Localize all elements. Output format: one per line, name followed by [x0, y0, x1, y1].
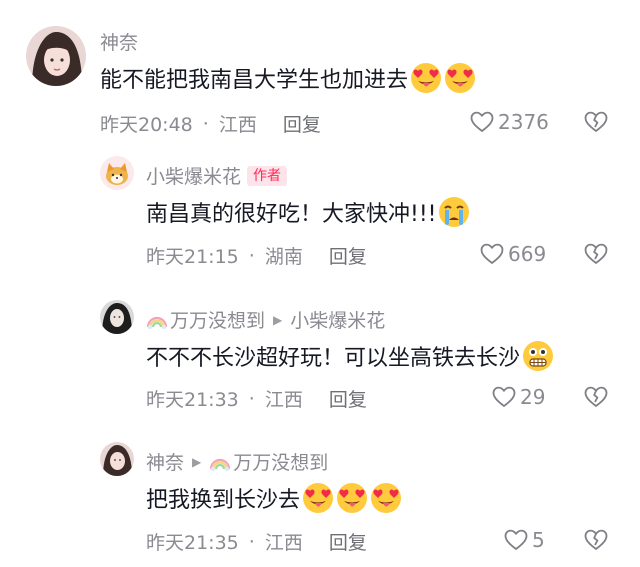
comment-body: 南昌真的很好吃！大家快冲!!! [146, 202, 437, 227]
avatar[interactable] [100, 156, 134, 190]
comment-time: 昨天21:35 [146, 532, 239, 554]
reply-to-arrow-icon: ▶ [273, 312, 283, 327]
heart-eyes-tongue-emoji [336, 482, 368, 514]
comment-meta: 昨天21:35 · 江西 回复 [146, 528, 367, 555]
comment-header: 小柴爆米花 作者 [146, 162, 288, 189]
heart-eyes-tongue-emoji [370, 482, 402, 514]
username[interactable]: 神奈 [146, 448, 184, 475]
comment-meta: 昨天21:33 · 江西 回复 [146, 385, 367, 412]
comment-body: 不不不长沙超好玩！可以坐高铁去长沙 [146, 346, 521, 371]
comment-location: 江西 [264, 532, 303, 554]
username[interactable]: 小柴爆米花 [146, 162, 241, 189]
reply-item: 神奈 ▶ 万万没想到 把我换到长沙去 昨天21:35 · 江西 回复 5 [0, 432, 640, 567]
reply-button[interactable]: 回复 [283, 110, 321, 137]
comment-text: 南昌真的很好吃！大家快冲!!! [146, 196, 470, 228]
comment-time: 昨天21:15 [146, 246, 239, 268]
heart-icon [480, 243, 504, 265]
like-count: 2376 [498, 110, 549, 134]
meta-separator: · [248, 387, 255, 410]
comment-meta: 昨天21:15 · 湖南 回复 [146, 242, 367, 269]
like-button[interactable]: 2376 [470, 110, 549, 134]
comment-body: 能不能把我南昌大学生也加进去 [100, 68, 409, 93]
rainbow-icon [209, 453, 231, 471]
avatar[interactable] [100, 442, 134, 476]
broken-heart-icon[interactable] [584, 528, 608, 552]
crying-emoji [438, 196, 470, 228]
reply-item: 万万没想到 ▶ 小柴爆米花 不不不长沙超好玩！可以坐高铁去长沙 昨天21:33 … [0, 290, 640, 430]
comment-item: 神奈 能不能把我南昌大学生也加进去 昨天20:48 · 江西 回复 2376 [0, 0, 640, 150]
username[interactable]: 神奈 [100, 28, 138, 55]
like-button[interactable]: 5 [504, 528, 545, 552]
avatar[interactable] [100, 300, 134, 334]
heart-eyes-tongue-emoji [444, 62, 476, 94]
broken-heart-icon[interactable] [584, 385, 608, 409]
grinning-teeth-emoji [522, 340, 554, 372]
reply-item: 小柴爆米花 作者 南昌真的很好吃！大家快冲!!! 昨天21:15 · 湖南 回复… [0, 150, 640, 278]
comment-header: 神奈 ▶ 万万没想到 [146, 448, 328, 475]
comment-header: 万万没想到 ▶ 小柴爆米花 [146, 306, 385, 333]
reply-button[interactable]: 回复 [329, 242, 367, 269]
reply-to-username[interactable]: 万万没想到 [233, 448, 328, 475]
like-button[interactable]: 29 [492, 385, 545, 409]
comment-time: 昨天21:33 [146, 389, 239, 411]
comment-text: 能不能把我南昌大学生也加进去 [100, 62, 476, 94]
like-button[interactable]: 669 [480, 242, 546, 266]
like-count: 29 [520, 385, 546, 409]
avatar[interactable] [26, 26, 86, 86]
comment-meta: 昨天20:48 · 江西 回复 [100, 110, 321, 137]
heart-icon [504, 529, 528, 551]
reply-to-arrow-icon: ▶ [192, 454, 202, 469]
like-count: 5 [532, 528, 545, 552]
reply-button[interactable]: 回复 [329, 528, 367, 555]
rainbow-icon [146, 311, 168, 329]
heart-eyes-tongue-emoji [302, 482, 334, 514]
meta-separator: · [248, 244, 255, 267]
comment-location: 湖南 [264, 246, 303, 268]
heart-icon [470, 111, 494, 133]
comment-time: 昨天20:48 [100, 114, 193, 136]
broken-heart-icon[interactable] [584, 242, 608, 266]
comment-text: 把我换到长沙去 [146, 482, 402, 514]
reply-to-username[interactable]: 小柴爆米花 [290, 306, 385, 333]
comment-location: 江西 [218, 114, 257, 136]
reply-button[interactable]: 回复 [329, 385, 367, 412]
meta-separator: · [202, 112, 209, 135]
comment-header: 神奈 [100, 28, 138, 55]
like-count: 669 [508, 242, 547, 266]
heart-icon [492, 386, 516, 408]
heart-eyes-tongue-emoji [410, 62, 442, 94]
meta-separator: · [248, 530, 255, 553]
comment-body: 把我换到长沙去 [146, 488, 301, 513]
comment-location: 江西 [264, 389, 303, 411]
broken-heart-icon[interactable] [584, 110, 608, 134]
username[interactable]: 万万没想到 [170, 306, 265, 333]
comment-text: 不不不长沙超好玩！可以坐高铁去长沙 [146, 340, 554, 372]
author-badge: 作者 [247, 165, 288, 186]
